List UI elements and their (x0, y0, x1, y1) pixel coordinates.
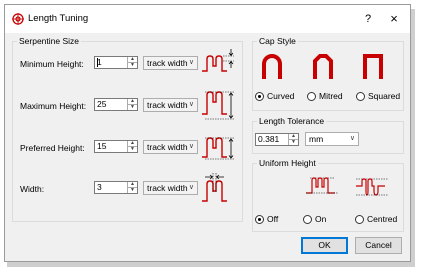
uniform-height-centred-radio[interactable]: Centred (355, 214, 402, 226)
spin-down-icon[interactable]: ▼ (128, 104, 137, 110)
width-unit-select[interactable]: track width ∨ (143, 181, 198, 195)
text-caret (97, 58, 98, 67)
spin-arrows[interactable]: ▲ ▼ (288, 134, 298, 145)
length-tuning-dialog: Length Tuning ? × Serpentine Size Minimu… (4, 4, 411, 262)
preferred-height-label: Preferred Height: (20, 143, 85, 153)
squared-cap-icon (363, 54, 383, 79)
minimum-height-input[interactable]: 1 ▲ ▼ (94, 56, 138, 69)
chevron-down-icon: ∨ (188, 59, 194, 66)
uniform-height-on-radio[interactable]: On (303, 214, 338, 226)
uniform-height-on-label: On (315, 214, 327, 224)
radio-circle (303, 215, 312, 224)
window-title: Length Tuning (28, 13, 89, 24)
uniform-height-centred-label: Centred (367, 214, 398, 224)
group-title-cap-style: Cap Style (257, 36, 298, 46)
group-title-serpentine: Serpentine Size (17, 36, 82, 46)
width-diagram-icon (202, 173, 227, 202)
minimum-height-unit-select[interactable]: track width ∨ (143, 56, 198, 70)
radio-dot (258, 218, 261, 221)
minimum-height-unit-value: track width (147, 58, 188, 68)
preferred-height-value: 15 (97, 141, 107, 151)
uniform-height-centred-icon (356, 178, 388, 196)
cap-mitred-label: Mitred (319, 91, 343, 101)
chevron-down-icon: ∨ (349, 135, 355, 142)
spin-down-icon[interactable]: ▼ (128, 187, 137, 193)
cap-squared-radio[interactable]: Squared (356, 91, 402, 103)
minimum-height-diagram-icon (202, 49, 234, 72)
preferred-height-unit-value: track width (147, 142, 188, 152)
chevron-down-icon: ∨ (188, 184, 194, 191)
cap-mitred-radio[interactable]: Mitred (307, 91, 352, 103)
radio-circle (356, 92, 365, 101)
spin-down-icon[interactable]: ▼ (289, 139, 298, 145)
curved-cap-icon (262, 54, 282, 79)
maximum-height-value: 25 (97, 99, 107, 109)
radio-dot (258, 95, 261, 98)
length-tolerance-input[interactable]: 0.381 ▲ ▼ (255, 133, 299, 146)
width-value: 3 (97, 182, 102, 192)
length-tolerance-unit-value: mm (309, 134, 324, 144)
mitred-cap-icon (313, 54, 333, 79)
preferred-height-diagram-icon (202, 137, 234, 160)
radio-circle (255, 92, 264, 101)
width-label: Width: (20, 184, 45, 194)
cap-curved-radio[interactable]: Curved (255, 91, 300, 103)
maximum-height-unit-select[interactable]: track width ∨ (143, 98, 198, 112)
help-button[interactable]: ? (361, 10, 375, 28)
spin-arrows[interactable]: ▲ ▼ (127, 99, 137, 110)
title-bar: Length Tuning ? × (5, 5, 410, 33)
spin-down-icon[interactable]: ▼ (128, 146, 137, 152)
length-tolerance-value: 0.381 (258, 134, 280, 144)
spin-arrows[interactable]: ▲ ▼ (127, 57, 137, 68)
radio-circle (255, 215, 264, 224)
width-input[interactable]: 3 ▲ ▼ (94, 181, 138, 194)
maximum-height-label: Maximum Height: (20, 101, 87, 111)
minimum-height-label: Minimum Height: (20, 59, 84, 69)
uniform-height-off-radio[interactable]: Off (255, 214, 290, 226)
uniform-height-on-icon (306, 177, 338, 194)
radio-circle (355, 215, 364, 224)
spin-down-icon[interactable]: ▼ (128, 62, 137, 68)
group-title-length-tolerance: Length Tolerance (257, 116, 327, 126)
width-unit-value: track width (147, 183, 188, 193)
target-icon (12, 13, 24, 25)
uniform-height-off-label: Off (267, 214, 279, 224)
cap-squared-label: Squared (368, 91, 401, 101)
maximum-height-unit-value: track width (147, 100, 188, 110)
cap-curved-label: Curved (267, 91, 295, 101)
maximum-height-input[interactable]: 25 ▲ ▼ (94, 98, 138, 111)
chevron-down-icon: ∨ (188, 143, 194, 150)
spin-arrows[interactable]: ▲ ▼ (127, 141, 137, 152)
chevron-down-icon: ∨ (188, 101, 194, 108)
preferred-height-unit-select[interactable]: track width ∨ (143, 140, 198, 154)
maximum-height-diagram-icon (202, 91, 234, 120)
spin-arrows[interactable]: ▲ ▼ (127, 182, 137, 193)
length-tolerance-unit-select[interactable]: mm ∨ (305, 132, 359, 146)
radio-circle (307, 92, 316, 101)
cancel-button[interactable]: Cancel (355, 237, 402, 254)
ok-button[interactable]: OK (301, 237, 348, 254)
preferred-height-input[interactable]: 15 ▲ ▼ (94, 140, 138, 153)
close-button[interactable]: × (386, 10, 402, 28)
group-title-uniform-height: Uniform Height (257, 158, 318, 168)
